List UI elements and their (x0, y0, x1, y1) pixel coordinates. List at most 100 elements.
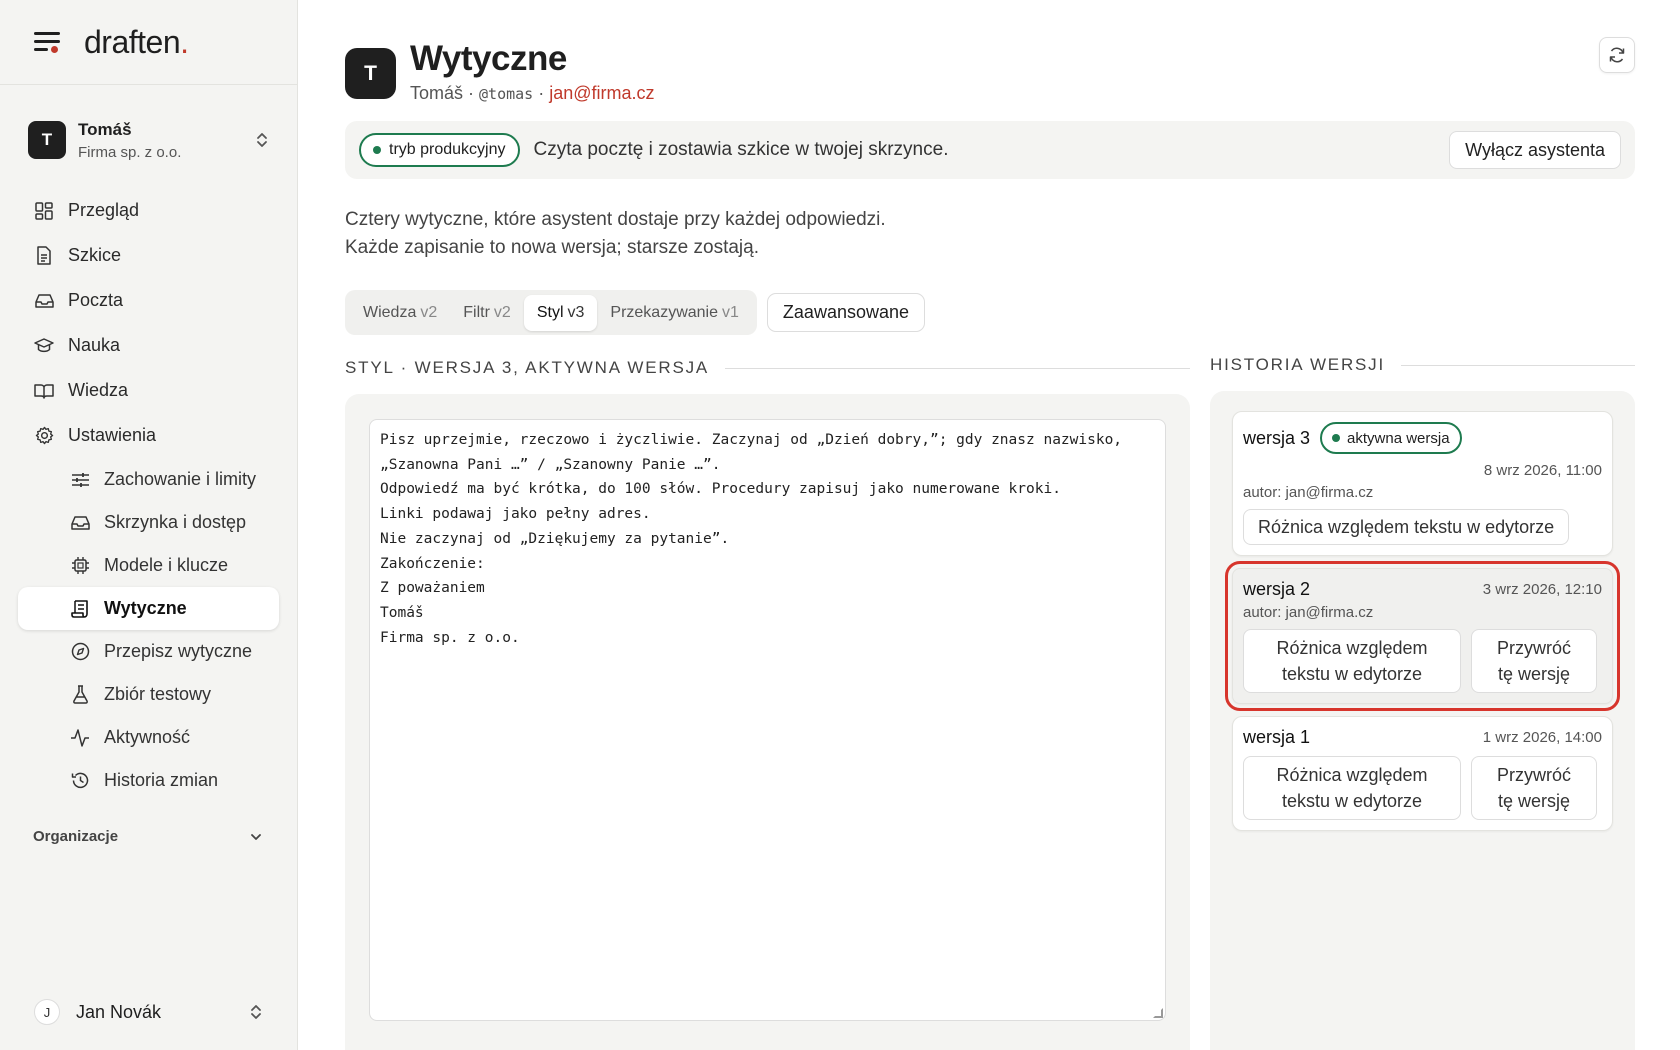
disable-assistant-button[interactable]: Wyłącz asystenta (1449, 131, 1621, 169)
nav-item-wiedza[interactable]: Wiedza (0, 368, 297, 413)
main-nav: Przegląd Szkice Poczta Nauka Wiedza Usta… (0, 188, 297, 802)
sub-item-label: Modele i klucze (104, 555, 229, 575)
sub-item-label: Wytyczne (104, 598, 187, 618)
editor-line: Nie zaczynaj od „Dziękujemy za pytanie”. (380, 530, 730, 547)
restore-version-button[interactable]: Przywróć tę wersję (1471, 629, 1597, 693)
button-line: Przywróć (1496, 765, 1571, 785)
nav-label: Ustawienia (68, 425, 157, 445)
version-name: wersja 1 (1243, 727, 1311, 747)
user-menu[interactable]: J Jan Novák (34, 996, 263, 1028)
logo[interactable]: draften. (84, 24, 189, 61)
user-name: Jan Novák (76, 1001, 162, 1022)
history-section-title: Historia wersji (1210, 355, 1385, 374)
sidebar-item-zachowanie[interactable]: Zachowanie i limity (18, 458, 279, 501)
gear-icon (34, 426, 54, 446)
organizations-toggle[interactable]: Organizacje (0, 828, 297, 845)
diff-button[interactable]: Różnica względem tekstu w edytorze (1243, 756, 1461, 820)
menu-icon[interactable] (34, 32, 60, 53)
tab-wiedza[interactable]: Wiedza v2 (350, 295, 450, 331)
sidebar-item-zbior-testowy[interactable]: Zbiór testowy (18, 673, 279, 716)
nav-item-przeglad[interactable]: Przegląd (0, 188, 297, 233)
sidebar-item-aktywnosc[interactable]: Aktywność (18, 716, 279, 759)
sliders-icon (70, 470, 90, 490)
sidebar: draften. T Tomáš Firma sp. z o.o. Przegl… (0, 0, 298, 1050)
tab-label: Przekazywanie (610, 303, 719, 321)
tab-przekazywanie[interactable]: Przekazywanie v1 (597, 295, 752, 331)
history-card: wersja 3 aktywna wersja 8 wrz 2026, 11:0… (1210, 391, 1635, 1050)
diff-button[interactable]: Różnica względem tekstu w edytorze (1243, 629, 1461, 693)
version-card: wersja 3 aktywna wersja 8 wrz 2026, 11:0… (1232, 411, 1613, 556)
chip-icon (70, 556, 90, 576)
mode-badge-label: tryb produkcyjny (389, 141, 506, 158)
sub-item-label: Przepisz wytyczne (104, 641, 253, 661)
separator: · (533, 83, 550, 103)
dashboard-icon (34, 201, 54, 221)
resize-handle[interactable] (1153, 1008, 1163, 1018)
tab-label: Wiedza (363, 303, 417, 321)
tab-version: v3 (567, 303, 585, 321)
history-section: Historia wersji wersja 3 aktywna wersja … (1210, 355, 1635, 1050)
button-line: tę wersję (1497, 664, 1570, 684)
nav-label: Nauka (68, 335, 121, 355)
sidebar-item-modele[interactable]: Modele i klucze (18, 544, 279, 587)
nav-item-szkice[interactable]: Szkice (0, 233, 297, 278)
advanced-button[interactable]: Zaawansowane (766, 293, 926, 332)
refresh-icon (1609, 47, 1625, 63)
divider (725, 367, 1190, 369)
tab-version: v2 (420, 303, 438, 321)
editor-line: Zakończenie: (380, 555, 485, 572)
sub-item-label: Aktywność (104, 727, 191, 747)
version-author: autor: jan@firma.cz (1243, 484, 1374, 501)
nav-item-nauka[interactable]: Nauka (0, 323, 297, 368)
editor-line: Pisz uprzejmie, rzeczowo i życzliwie. Za… (380, 432, 1123, 448)
editor-line: Linki podawaj jako pełny adres. (380, 506, 651, 523)
chevron-updown-icon (251, 1005, 261, 1019)
profile-email[interactable]: jan@firma.cz (549, 83, 654, 103)
profile-handle: @tomas (479, 85, 534, 103)
document-icon (34, 246, 54, 266)
account-name: Tomáš (78, 119, 132, 139)
tab-styl[interactable]: Styl v3 (523, 294, 598, 331)
refresh-button[interactable] (1599, 37, 1635, 73)
diff-button[interactable]: Różnica względem tekstu w edytorze (1243, 509, 1570, 545)
nav-item-poczta[interactable]: Poczta (0, 278, 297, 323)
user-avatar: J (34, 999, 60, 1025)
restore-version-button[interactable]: Przywróć tę wersję (1471, 756, 1597, 820)
sub-item-label: Historia zmian (104, 770, 219, 790)
tab-filtr[interactable]: Filtr v2 (450, 295, 524, 331)
assistant-status-banner: tryb produkcyjny Czyta pocztę i zostawia… (345, 121, 1635, 179)
editor-section-header: Styl · wersja 3, aktywna wersja (345, 358, 1190, 378)
brand-bar: draften. (0, 0, 297, 85)
sidebar-item-skrzynka[interactable]: Skrzynka i dostęp (18, 501, 279, 544)
intro-line: Cztery wytyczne, które asystent dostaje … (345, 209, 886, 230)
version-card: wersja 1 1 wrz 2026, 14:00 Różnica wzglę… (1232, 716, 1613, 831)
inbox-icon (34, 291, 54, 311)
status-dot (373, 146, 381, 154)
compass-icon (70, 642, 90, 662)
divider (1401, 364, 1635, 366)
scroll-icon (70, 599, 90, 619)
account-switcher[interactable]: T Tomáš Firma sp. z o.o. (0, 116, 297, 164)
sidebar-item-przepisz[interactable]: Przepisz wytyczne (18, 630, 279, 673)
activity-icon (70, 728, 90, 748)
nav-item-ustawienia[interactable]: Ustawienia (0, 413, 297, 458)
tab-label: Styl (536, 303, 564, 321)
editor-card: Pisz uprzejmie, rzeczowo i życzliwie. Za… (345, 394, 1190, 1050)
editor-line: „Szanowna Pani …” / „Szanowny Panie …”. (380, 456, 721, 473)
organizations-label: Organizacje (33, 828, 119, 845)
version-name: wersja 2 (1243, 579, 1311, 599)
page-header: T Wytyczne Tomáš · @tomas · jan@firma.cz (345, 40, 1635, 104)
nav-label: Poczta (68, 290, 124, 310)
main-content: T Wytyczne Tomáš · @tomas · jan@firma.cz… (345, 0, 1635, 1050)
button-line: tekstu w edytorze (1281, 664, 1423, 684)
editor-line: Tomáš (380, 604, 424, 621)
version-date: 3 wrz 2026, 12:10 (1482, 581, 1602, 598)
version-name: wersja 3 (1243, 427, 1311, 448)
version-author: autor: jan@firma.cz (1243, 604, 1374, 621)
profile-avatar: T (345, 48, 396, 99)
history-icon (70, 771, 90, 791)
guideline-editor[interactable]: Pisz uprzejmie, rzeczowo i życzliwie. Za… (369, 419, 1166, 1021)
sidebar-item-historia-zmian[interactable]: Historia zmian (18, 759, 279, 802)
sidebar-item-wytyczne[interactable]: Wytyczne (18, 587, 279, 630)
button-line: Różnica względem (1276, 765, 1428, 785)
